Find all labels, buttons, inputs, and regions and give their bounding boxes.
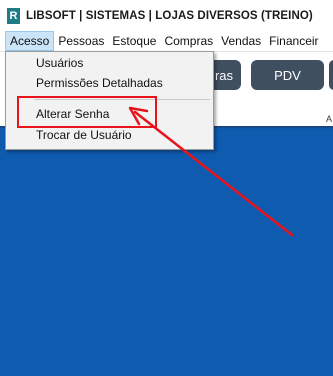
menu-vendas[interactable]: Vendas: [217, 31, 265, 51]
menu-financeiro[interactable]: Financeir: [265, 31, 322, 51]
app-logo-icon: R: [7, 7, 20, 24]
menu-item-permissoes[interactable]: Permissões Detalhadas: [36, 76, 163, 90]
menu-acesso[interactable]: Acesso: [5, 31, 55, 51]
menu-estoque[interactable]: Estoque: [108, 31, 160, 51]
menu-bar: Acesso Pessoas Estoque Compras Vendas Fi…: [0, 31, 333, 52]
menu-compras[interactable]: Compras: [160, 31, 217, 51]
title-bar: R LIBSOFT | SISTEMAS | LOJAS DIVERSOS (T…: [0, 0, 333, 31]
annotation-highlight-box: [17, 96, 157, 128]
menu-item-usuarios[interactable]: Usuários: [36, 56, 83, 70]
menu-pessoas[interactable]: Pessoas: [54, 31, 108, 51]
window-title: LIBSOFT | SISTEMAS | LOJAS DIVERSOS (TRE…: [26, 9, 313, 22]
menu-item-trocar-usuario[interactable]: Trocar de Usuário: [36, 128, 132, 142]
toolbar-corner-mark: A: [325, 114, 332, 124]
desktop-area: [0, 129, 333, 376]
toolbar-button-next[interactable]: [329, 60, 333, 90]
toolbar-button-pdv[interactable]: PDV: [251, 60, 324, 90]
